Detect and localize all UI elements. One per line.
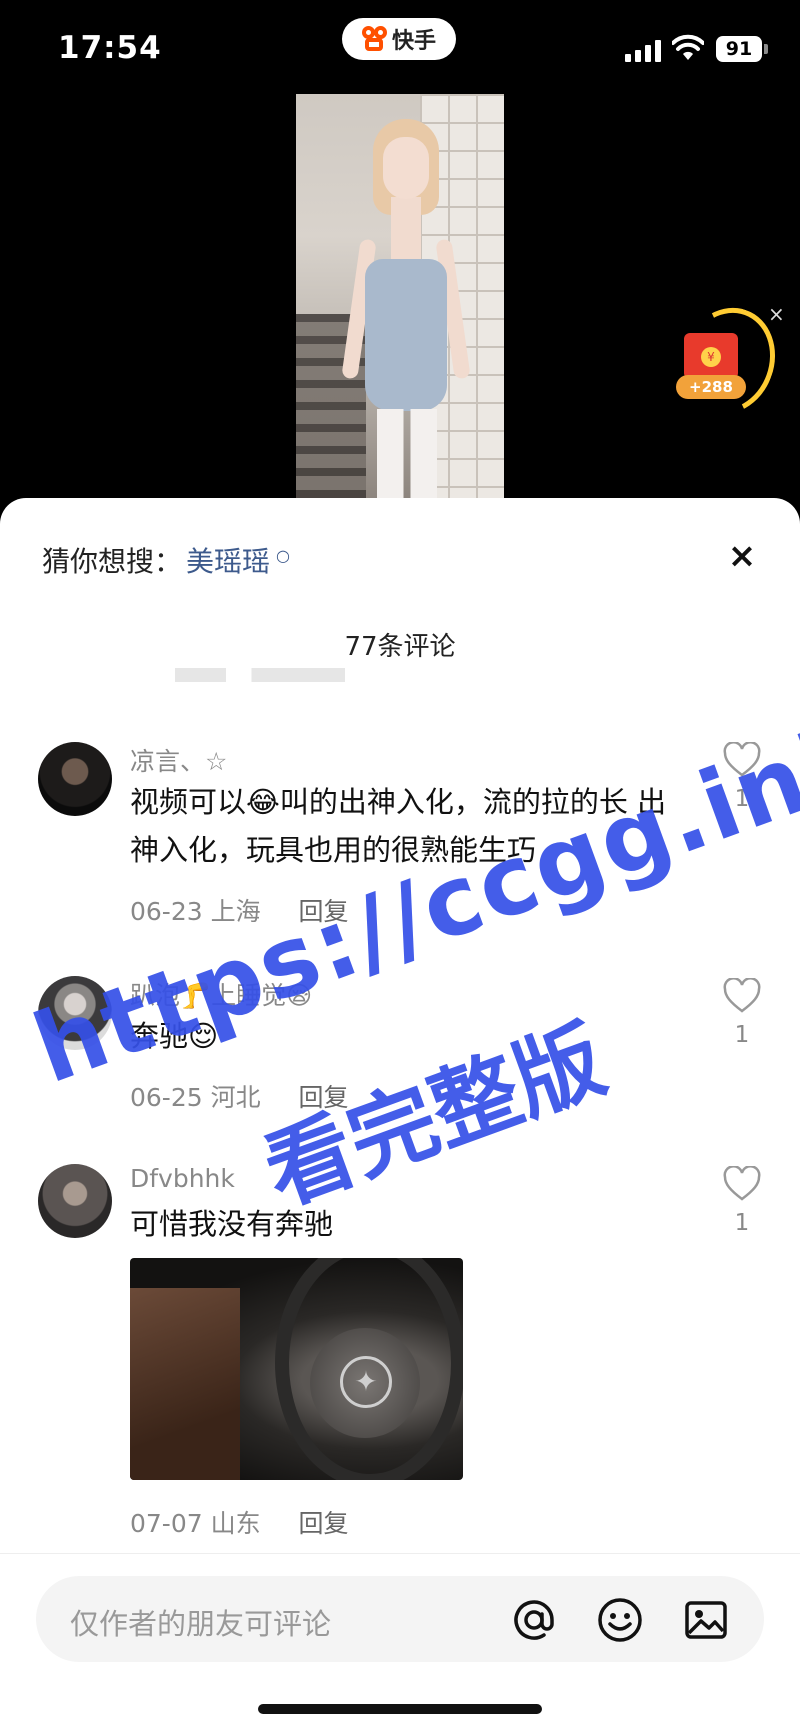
avatar[interactable] <box>38 1164 112 1238</box>
comment-author[interactable]: 凉言、☆ <box>130 742 227 778</box>
app-badge[interactable]: 快手 <box>342 18 456 60</box>
heart-icon <box>723 1165 761 1201</box>
cellular-signal-icon <box>625 40 661 62</box>
search-icon: ○ <box>276 545 290 565</box>
app-name: 快手 <box>391 29 436 54</box>
packet-close-icon[interactable]: × <box>768 302 785 326</box>
comment-input-placeholder: 仅作者的朋友可评论 <box>70 1607 332 1641</box>
search-suggestion-label: 猜你想搜： <box>42 545 183 578</box>
comment-date: 06-25 河北 <box>130 1083 261 1112</box>
mention-icon[interactable] <box>510 1596 558 1644</box>
like-button[interactable]: 1 <box>720 977 764 1048</box>
image-icon[interactable] <box>682 1596 730 1644</box>
like-count: 1 <box>734 1210 750 1236</box>
battery-tip-icon <box>764 44 768 54</box>
video-person <box>341 119 471 500</box>
comment-input-bar: 仅作者的朋友可评论 <box>0 1553 800 1733</box>
like-button[interactable]: 1 <box>720 1165 764 1236</box>
home-indicator[interactable] <box>258 1704 542 1714</box>
mercedes-logo-icon: ✦ <box>340 1356 392 1408</box>
like-count: 1 <box>734 1022 750 1048</box>
comment-count: 77条评论 <box>344 632 456 662</box>
close-icon[interactable]: × <box>722 536 762 576</box>
search-suggestion-term[interactable]: 美瑶瑶 <box>186 540 270 580</box>
video-player[interactable] <box>296 94 504 500</box>
wifi-icon <box>672 34 704 60</box>
search-suggestion[interactable]: 猜你想搜： 美瑶瑶 ○ <box>42 540 290 580</box>
status-time: 17:54 <box>58 30 162 66</box>
comment-image[interactable]: ✦ <box>130 1258 463 1480</box>
battery-indicator: 91 <box>716 36 762 62</box>
comment-author[interactable]: Dfvbhhk <box>130 1164 235 1193</box>
heart-icon <box>723 977 761 1013</box>
comment-text: 可惜我没有奔驰 <box>130 1207 334 1241</box>
red-packet-widget[interactable]: ¥ +288 <box>666 294 790 428</box>
emoji-icon[interactable] <box>596 1596 644 1644</box>
kuaishou-logo-icon <box>361 26 388 52</box>
status-bar: 17:54 快手 91 <box>0 0 800 100</box>
reply-button[interactable]: 回复 <box>299 1509 349 1538</box>
packet-amount: +288 <box>676 375 746 399</box>
scrolled-text-fragment <box>175 668 345 682</box>
comment-meta: 07-07 山东 回复 <box>130 1504 349 1540</box>
comment-input[interactable]: 仅作者的朋友可评论 <box>36 1576 764 1662</box>
coin-icon: ¥ <box>701 347 721 367</box>
avatar[interactable] <box>38 742 112 816</box>
comment-date: 07-07 山东 <box>130 1509 261 1538</box>
